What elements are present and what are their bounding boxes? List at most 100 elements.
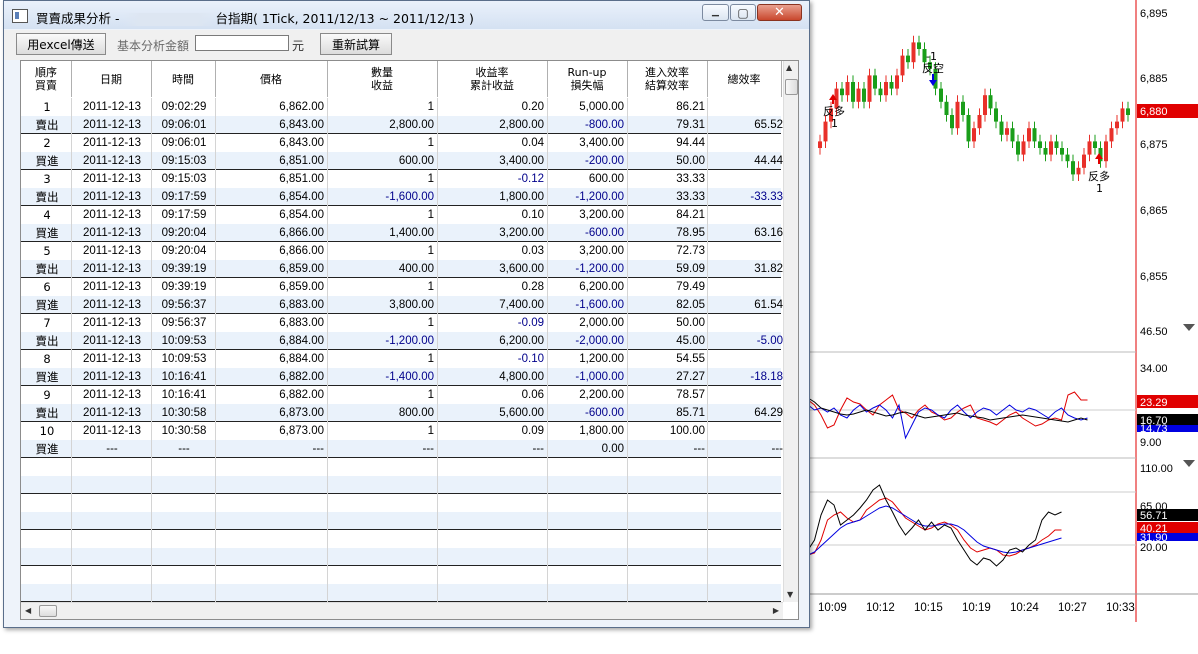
empty-row[interactable]: [21, 548, 781, 566]
cell-seq-or-side: 3: [43, 172, 51, 186]
table-row[interactable]: 5 2011-12-13 09:20:04 6,866.00 1 0.03 3,200.00…: [21, 242, 781, 260]
cell-efficiency: 94.44: [676, 137, 705, 149]
horizontal-scroll-thumb[interactable]: [39, 605, 57, 617]
cell-runup-or-drawdown: -1,200.00: [575, 191, 624, 203]
scroll-up-icon[interactable]: ▲: [786, 63, 792, 72]
table-row[interactable]: 賣出 2011-12-13 10:30:58 6,873.00 800.00 5,600.…: [21, 404, 783, 422]
table-row[interactable]: 買進 2011-12-13 10:16:41 6,882.00 -1,400.00 4,8…: [21, 368, 783, 386]
table-row[interactable]: 賣出 2011-12-13 09:17:59 6,854.00 -1,600.00 1,8…: [21, 188, 783, 206]
panel-collapse-icon[interactable]: [1183, 460, 1195, 467]
candle-body: [911, 42, 916, 63]
cell-date: 2011-12-13: [83, 425, 141, 437]
excel-export-button[interactable]: 用excel傳送: [16, 33, 106, 55]
column-header-entry-exit-efficiency[interactable]: 進入效率 結算效率: [627, 61, 708, 97]
column-header-date[interactable]: 日期: [71, 61, 152, 97]
empty-row[interactable]: [21, 458, 781, 476]
panel-collapse-icon[interactable]: [1183, 324, 1195, 331]
cell-return-or-cumulative: 2,800.00: [499, 119, 544, 131]
table-row[interactable]: 買進 --- --- --- --- --- 0.00 --- ---: [21, 440, 783, 458]
candle-body: [873, 75, 877, 89]
column-header-price[interactable]: 價格: [215, 61, 328, 97]
close-icon: ✕: [774, 5, 785, 20]
cell-total-efficiency: 61.54: [754, 299, 783, 311]
empty-row[interactable]: [21, 476, 781, 494]
cell-runup-or-drawdown: 1,200.00: [579, 353, 624, 365]
cell-seq-or-side: 賣出: [35, 334, 59, 348]
empty-row[interactable]: [21, 512, 781, 530]
candle-body: [950, 115, 954, 129]
base-amount-input[interactable]: [195, 35, 289, 51]
recalculate-button[interactable]: 重新試算: [320, 33, 392, 55]
cell-return-or-cumulative: 3,600.00: [499, 263, 544, 275]
table-row[interactable]: 賣出 2011-12-13 10:09:53 6,884.00 -1,200.00 6,2…: [21, 332, 783, 350]
minimize-button[interactable]: ▁: [702, 4, 729, 21]
cell-total-efficiency: [709, 242, 783, 260]
table-row[interactable]: 6 2011-12-13 09:39:19 6,859.00 1 0.28 6,200.00…: [21, 278, 781, 296]
candle-body: [878, 88, 883, 96]
cell-efficiency: 33.33: [676, 191, 705, 203]
candle-body: [1021, 141, 1026, 155]
cell-total-efficiency: 63.16: [754, 227, 783, 239]
cell-runup-or-drawdown: -2,000.00: [575, 335, 624, 347]
scroll-right-icon[interactable]: ▶: [773, 606, 779, 615]
empty-row[interactable]: [21, 494, 781, 512]
cell-return-or-cumulative: 6,200.00: [499, 335, 544, 347]
table-row[interactable]: 7 2011-12-13 09:56:37 6,883.00 1 -0.09 2,000.0…: [21, 314, 781, 332]
empty-row[interactable]: [21, 530, 781, 548]
cell-date: 2011-12-13: [83, 389, 141, 401]
table-row[interactable]: 2 2011-12-13 09:06:01 6,843.00 1 0.04 3,400.00…: [21, 134, 781, 152]
cell-time: 09:39:19: [161, 263, 207, 275]
table-row[interactable]: 3 2011-12-13 09:15:03 6,851.00 1 -0.12 600.00 3…: [21, 170, 781, 188]
column-header-qty-profit[interactable]: 數量 收益: [327, 61, 438, 97]
table-row[interactable]: 買進 2011-12-13 09:15:03 6,851.00 600.00 3,400.…: [21, 152, 783, 170]
cell-return-or-cumulative: 7,400.00: [499, 299, 544, 311]
table-row[interactable]: 買進 2011-12-13 09:56:37 6,883.00 3,800.00 7,40…: [21, 296, 783, 314]
column-header-runup-drawdown[interactable]: Run-up 損失幅: [547, 61, 628, 97]
cell-time: 10:09:53: [161, 353, 207, 365]
vertical-scrollbar[interactable]: ▲ ▼: [783, 61, 798, 602]
table-row[interactable]: 1 2011-12-13 09:02:29 6,862.00 1 0.20 5,000.00…: [21, 98, 781, 116]
table-row[interactable]: 10 2011-12-13 10:30:58 6,873.00 1 0.09 1,800.0…: [21, 422, 781, 440]
empty-row[interactable]: [21, 566, 781, 584]
column-header-total-efficiency[interactable]: 總效率: [707, 61, 782, 97]
table-row[interactable]: 賣出 2011-12-13 09:06:01 6,843.00 2,800.00 2,80…: [21, 116, 783, 134]
cell-efficiency: 78.95: [676, 227, 705, 239]
cell-seq-or-side: 4: [43, 208, 51, 222]
cell-total-efficiency: [709, 386, 783, 404]
cell-seq-or-side: 買進: [35, 154, 59, 168]
empty-row[interactable]: [21, 584, 781, 602]
close-button[interactable]: ✕: [757, 4, 802, 21]
cell-seq-or-side: 5: [43, 244, 51, 258]
candle-body: [983, 95, 987, 115]
candle-body: [818, 141, 822, 148]
cell-time: 09:06:01: [161, 119, 207, 131]
title-bar[interactable]: 買賣成果分析 - 台指期( 1Tick, 2011/12/13 ~ 2011/1…: [4, 1, 809, 29]
column-header-return-cumulative[interactable]: 收益率 累計收益: [437, 61, 548, 97]
panel2-tick: 34.00: [1140, 363, 1168, 375]
cell-efficiency: 59.09: [676, 263, 705, 275]
column-header-line: 收益: [371, 79, 393, 92]
indicator-line-red: [807, 497, 1062, 557]
table-row[interactable]: 4 2011-12-13 09:17:59 6,854.00 1 0.10 3,200.00…: [21, 206, 781, 224]
candle-body: [1065, 154, 1070, 162]
cell-seq-or-side: 9: [43, 388, 51, 402]
scroll-down-icon[interactable]: ▼: [787, 590, 793, 599]
cell-runup-or-drawdown: -1,600.00: [575, 299, 624, 311]
indicator-panel-2-lines: [807, 391, 1088, 440]
table-row[interactable]: 買進 2011-12-13 09:20:04 6,866.00 1,400.00 3,20…: [21, 224, 783, 242]
table-row[interactable]: 9 2011-12-13 10:16:41 6,882.00 1 0.06 2,200.00…: [21, 386, 781, 404]
table-row[interactable]: 8 2011-12-13 10:09:53 6,884.00 1 -0.10 1,200.0…: [21, 350, 781, 368]
cell-qty-or-profit: ---: [422, 443, 435, 455]
horizontal-scrollbar[interactable]: ◀ ▶: [21, 602, 783, 619]
cell-price: 6,859.00: [279, 263, 324, 275]
cell-time: 09:17:59: [161, 191, 207, 203]
panel2-value-red: 23.29: [1140, 397, 1168, 409]
vertical-scroll-thumb[interactable]: [785, 79, 798, 95]
column-header-order-side[interactable]: 順序 買賣: [21, 61, 72, 97]
maximize-button[interactable]: ▢: [730, 4, 756, 21]
cell-qty-or-profit: 1: [427, 173, 434, 185]
table-row[interactable]: 賣出 2011-12-13 09:39:19 6,859.00 400.00 3,600.…: [21, 260, 783, 278]
column-header-time[interactable]: 時間: [151, 61, 216, 97]
scroll-left-icon[interactable]: ◀: [25, 606, 31, 615]
time-tick: 10:09: [818, 602, 847, 614]
